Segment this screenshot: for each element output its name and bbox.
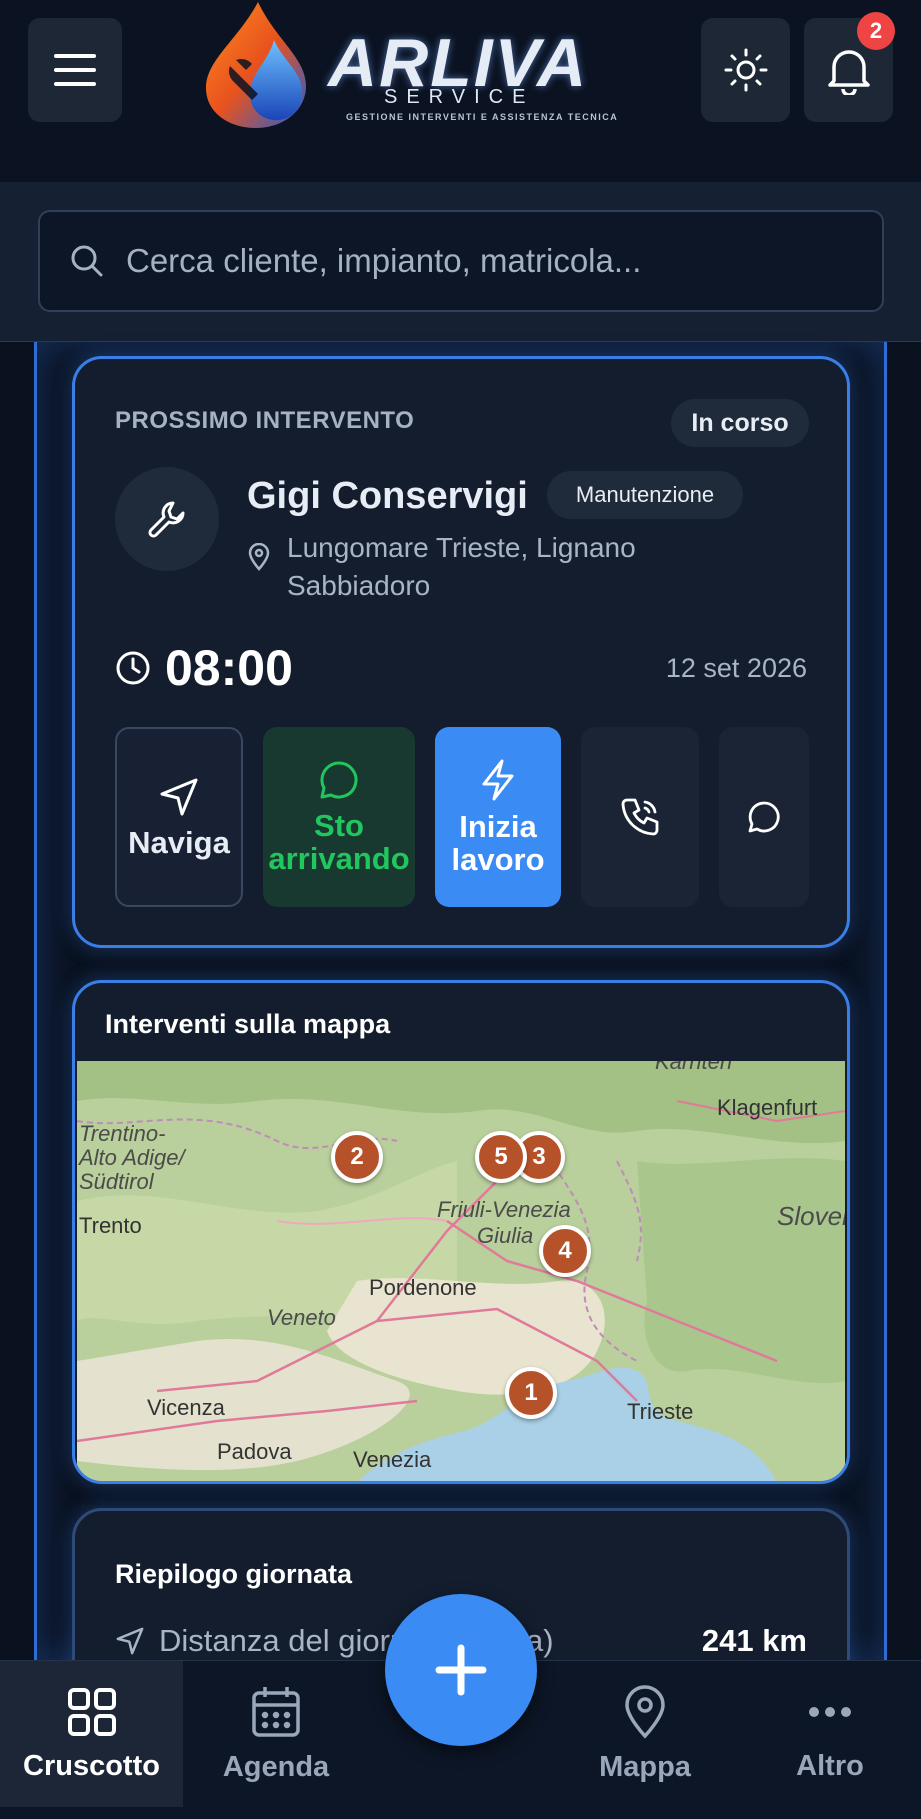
bell-icon <box>827 50 870 95</box>
section-label: PROSSIMO INTERVENTO <box>115 407 415 434</box>
map-view[interactable]: Trentino- Alto Adige/ Südtirol Trento Fr… <box>77 1061 845 1481</box>
time-row: 08:00 <box>115 639 293 697</box>
job-date: 12 set 2026 <box>665 653 807 683</box>
navigation-arrow-icon <box>116 1627 144 1655</box>
client-name: Gigi Conservigi <box>247 475 528 517</box>
map-city-pordenone: Pordenone <box>369 1275 477 1300</box>
location-pin-icon <box>248 543 270 571</box>
nav-dashboard-label: Cruscotto <box>23 1749 160 1782</box>
search-placeholder: Cerca cliente, impianto, matricola... <box>126 242 642 279</box>
map-city-padova: Padova <box>217 1439 292 1464</box>
navigate-button[interactable]: Naviga <box>115 727 243 907</box>
app-logo: ARLIVA SERVICE GESTIONE INTERVENTI E ASS… <box>188 0 638 130</box>
navigate-label: Naviga <box>128 824 230 860</box>
map-label-trentino: Trentino- <box>79 1121 166 1146</box>
logo-tagline: GESTIONE INTERVENTI E ASSISTENZA TECNICA <box>346 112 619 122</box>
map-label-fvg: Friuli-Venezia <box>437 1197 571 1222</box>
call-button[interactable] <box>581 727 699 907</box>
start-work-button[interactable]: Inizia lavoro <box>435 727 561 907</box>
map-label-giulia: Giulia <box>477 1223 534 1248</box>
map-label-slovenia: Slovenija <box>777 1201 845 1231</box>
job-time: 08:00 <box>165 640 293 696</box>
menu-button[interactable] <box>28 18 122 122</box>
map-label-sudtirol: Südtirol <box>79 1169 154 1194</box>
start-label-1: Inizia <box>459 809 537 844</box>
chat-bubble-icon <box>748 801 780 833</box>
nav-dashboard[interactable]: Cruscotto <box>0 1661 183 1807</box>
sun-icon <box>724 48 767 92</box>
message-button[interactable] <box>719 727 809 907</box>
add-button[interactable] <box>385 1594 537 1746</box>
map-marker-2[interactable]: 2 <box>331 1131 383 1183</box>
whatsapp-icon <box>320 761 358 799</box>
address-line-1: Lungomare Trieste, Lignano <box>287 532 636 563</box>
nav-more-label: Altro <box>796 1749 864 1782</box>
map-label-veneto: Veneto <box>267 1305 336 1330</box>
notification-badge: 2 <box>857 12 895 50</box>
map-card: Interventi sulla mappa Trentino- Alto Ad… <box>72 980 850 1484</box>
calendar-icon <box>252 1686 300 1737</box>
notifications-button[interactable]: 2 <box>804 12 895 122</box>
search-input[interactable]: Cerca cliente, impianto, matricola... <box>38 210 884 312</box>
map-city-klagenfurt: Klagenfurt <box>717 1095 818 1120</box>
wrench-icon <box>148 501 185 538</box>
navigation-arrow-icon <box>160 778 198 815</box>
map-city-trieste: Trieste <box>627 1399 694 1424</box>
map-label-karnten: Kärnten <box>655 1061 733 1074</box>
distance-value: 241 km <box>701 1623 807 1658</box>
map-marker-4[interactable]: 4 <box>539 1225 591 1277</box>
map-label-alto-adige: Alto Adige/ <box>79 1145 185 1170</box>
map-marker-1[interactable]: 1 <box>505 1367 557 1419</box>
status-badge: In corso <box>671 399 809 447</box>
more-dots-icon <box>809 1706 851 1717</box>
phone-call-icon <box>621 798 659 836</box>
summary-title: Riepilogo giornata <box>115 1559 353 1589</box>
next-job-card: PROSSIMO INTERVENTO In corso Gigi Conser… <box>72 356 850 948</box>
nav-map-label: Mappa <box>599 1750 691 1783</box>
theme-toggle-button[interactable] <box>701 18 790 122</box>
app-header: ARLIVA SERVICE GESTIONE INTERVENTI E ASS… <box>0 0 921 182</box>
job-type-badge: Manutenzione <box>547 471 743 519</box>
arriving-label-2: arrivando <box>268 841 410 876</box>
nav-map[interactable]: Mappa <box>570 1661 720 1807</box>
search-icon <box>71 245 103 277</box>
nav-agenda-label: Agenda <box>222 1750 330 1783</box>
nav-more[interactable]: Altro <box>760 1661 900 1807</box>
arriving-label-1: Sto <box>314 808 364 843</box>
plus-icon <box>435 1644 487 1696</box>
map-marker-5[interactable]: 5 <box>475 1131 527 1183</box>
hamburger-icon <box>54 54 96 86</box>
map-city-vicenza: Vicenza <box>147 1395 225 1420</box>
search-area: Cerca cliente, impianto, matricola... <box>0 182 921 342</box>
lightning-icon <box>482 759 514 801</box>
address: Lungomare Trieste, Lignano Sabbiadoro <box>247 529 707 605</box>
map-pin-icon <box>625 1684 665 1739</box>
map-city-venezia: Venezia <box>353 1447 432 1472</box>
clock-icon <box>116 651 150 685</box>
arriving-button[interactable]: Sto arrivando <box>263 727 415 907</box>
logo-drop-icon <box>206 2 306 128</box>
map-title: Interventi sulla mappa <box>105 1009 391 1039</box>
map-city-trento: Trento <box>79 1213 142 1238</box>
nav-agenda[interactable]: Agenda <box>183 1661 369 1807</box>
logo-subtitle: SERVICE <box>384 86 535 108</box>
start-label-2: lavoro <box>451 842 545 877</box>
address-line-2: Sabbiadoro <box>287 570 431 601</box>
grid-icon <box>67 1687 116 1736</box>
job-avatar <box>115 467 219 571</box>
